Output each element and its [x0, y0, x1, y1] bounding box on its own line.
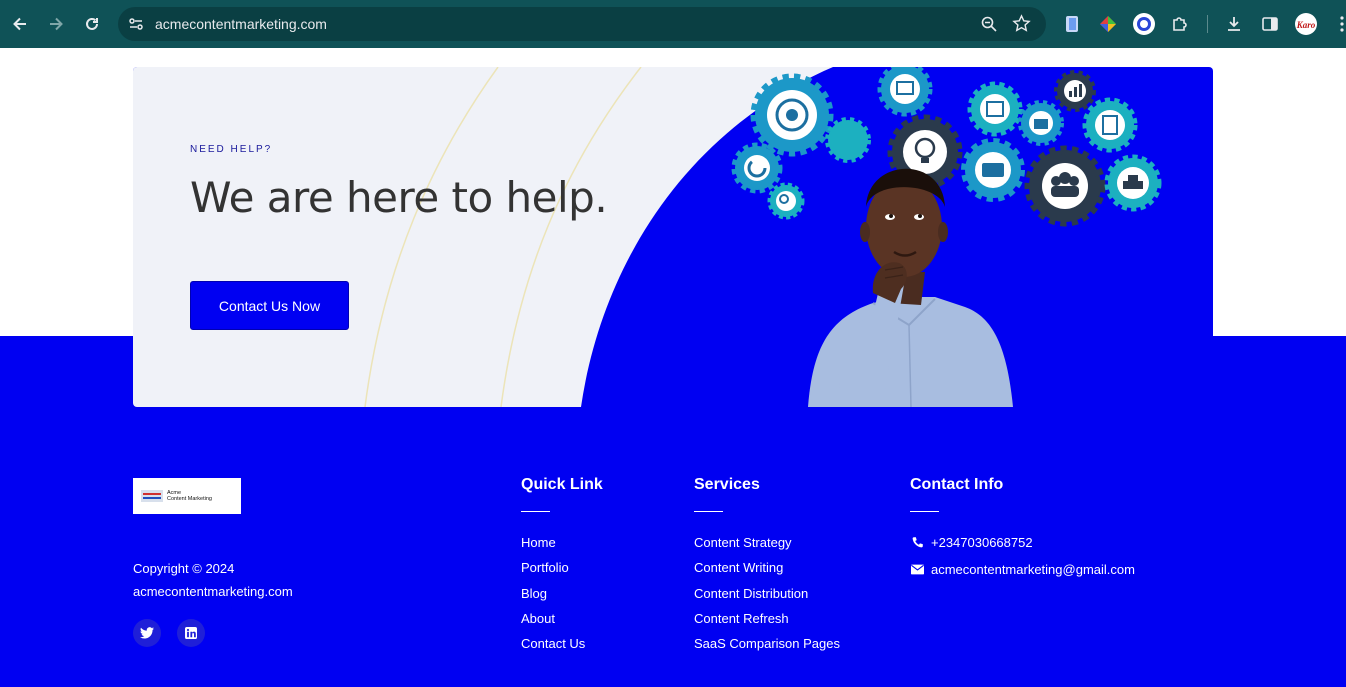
gear-blocks-icon [1104, 154, 1162, 212]
thinking-man-figure [808, 168, 1013, 407]
reload-icon[interactable] [78, 10, 106, 38]
twitter-icon [140, 627, 154, 639]
contact-phone: +2347030668752 [931, 535, 1033, 550]
gear-target-icon [750, 73, 834, 157]
copyright-domain: acmecontentmarketing.com [133, 584, 293, 599]
footer-link-portfolio[interactable]: Portfolio [521, 558, 585, 583]
gear-calendar-icon [967, 81, 1023, 137]
gear-search-icon [767, 182, 805, 220]
browser-toolbar: acmecontentmarketing.com Karo [0, 0, 1346, 48]
gear-pie-icon [731, 142, 783, 194]
twitter-button[interactable] [133, 619, 161, 647]
download-icon[interactable] [1222, 12, 1246, 36]
banner-headline: We are here to help. [190, 173, 608, 222]
extension-chat-icon[interactable] [1132, 12, 1156, 36]
thinking-man-gears-illustration [731, 67, 1162, 407]
footer-logo[interactable]: Acme Content Marketing [133, 478, 241, 514]
footer-link-contact-us[interactable]: Contact Us [521, 634, 585, 659]
zoom-icon[interactable] [980, 15, 998, 38]
bookmark-star-icon[interactable] [1012, 14, 1031, 38]
extensions-puzzle-icon[interactable] [1168, 12, 1192, 36]
gear-small-teal-icon [825, 117, 871, 163]
help-banner: NEED HELP? We are here to help. Contact … [133, 67, 1213, 407]
contact-email-row[interactable]: acmecontentmarketing@gmail.com [910, 562, 1135, 577]
contact-phone-row[interactable]: +2347030668752 [910, 535, 1033, 550]
gear-bar-chart-icon [1054, 70, 1096, 112]
quick-link-title: Quick Link [521, 476, 603, 493]
extension-color-icon[interactable] [1096, 12, 1120, 36]
contact-email: acmecontentmarketing@gmail.com [931, 562, 1135, 577]
logo-mark-icon [141, 490, 163, 502]
extension-docs-icon[interactable] [1060, 12, 1084, 36]
gear-card-icon [961, 138, 1025, 202]
service-link-saas-comparison[interactable]: SaaS Comparison Pages [694, 634, 840, 659]
contact-info-divider [910, 511, 939, 512]
menu-kebab-icon[interactable] [1330, 12, 1346, 36]
services-list: Content Strategy Content Writing Content… [694, 533, 840, 659]
toolbar-divider [1207, 15, 1208, 33]
service-link-content-distribution[interactable]: Content Distribution [694, 584, 840, 609]
logo-text-line2: Content Marketing [167, 496, 212, 502]
footer-link-blog[interactable]: Blog [521, 584, 585, 609]
services-divider [694, 511, 723, 512]
copyright-text: Copyright © 2024 [133, 561, 235, 576]
linkedin-button[interactable] [177, 619, 205, 647]
gear-checklist-icon [1082, 97, 1138, 153]
footer-link-about[interactable]: About [521, 609, 585, 634]
services-title: Services [694, 476, 760, 493]
site-info-icon[interactable] [128, 16, 144, 37]
service-link-content-refresh[interactable]: Content Refresh [694, 609, 840, 634]
contact-info-title: Contact Info [910, 476, 1004, 493]
service-link-content-writing[interactable]: Content Writing [694, 558, 840, 583]
svg-text:Karo: Karo [1296, 20, 1316, 30]
contact-us-now-button[interactable]: Contact Us Now [190, 281, 349, 330]
phone-icon [910, 536, 924, 550]
gear-team-icon [1024, 145, 1106, 227]
address-bar[interactable]: acmecontentmarketing.com [118, 7, 1046, 41]
side-panel-icon[interactable] [1258, 12, 1282, 36]
forward-icon[interactable] [42, 10, 70, 38]
linkedin-icon [185, 627, 197, 639]
copyright-block: Copyright © 2024 acmecontentmarketing.co… [133, 557, 293, 603]
need-help-eyebrow: NEED HELP? [190, 144, 273, 155]
envelope-icon [910, 563, 924, 577]
quick-link-divider [521, 511, 550, 512]
gear-chart-icon [877, 67, 933, 117]
quick-link-list: Home Portfolio Blog About Contact Us [521, 533, 585, 659]
footer-link-home[interactable]: Home [521, 533, 585, 558]
service-link-content-strategy[interactable]: Content Strategy [694, 533, 840, 558]
back-icon[interactable] [6, 10, 34, 38]
profile-avatar[interactable]: Karo [1294, 12, 1318, 36]
gear-briefcase-icon [1018, 100, 1064, 146]
url-text: acmecontentmarketing.com [155, 16, 327, 32]
